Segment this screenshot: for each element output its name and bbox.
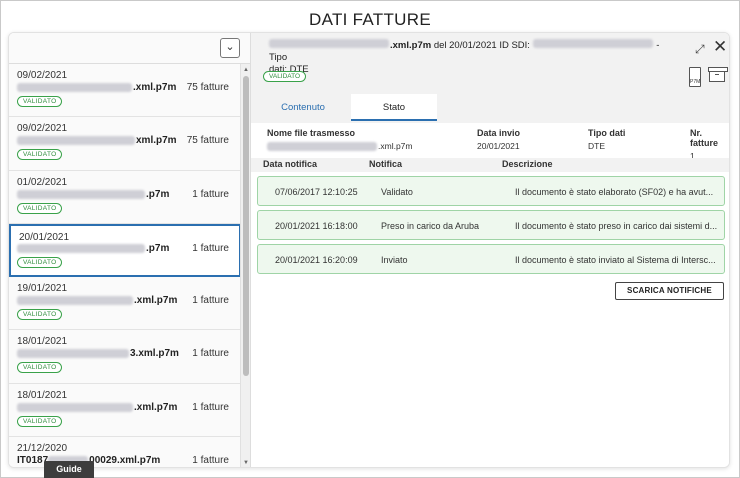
status-badge: VALIDATO — [17, 149, 63, 161]
status-badge: VALIDATO — [17, 96, 63, 107]
meta-file: Nome file trasmesso .xml.p7m — [267, 128, 413, 151]
column-desc: Descrizione — [502, 159, 553, 169]
item-date: 09/02/2021 — [17, 123, 68, 135]
item-filename: .xml.p7m — [17, 295, 177, 306]
notifications-header: Data notifica Notifica Descrizione — [251, 158, 729, 172]
detail-header: .xml.p7m del 20/01/2021 ID SDI: - Tipo d… — [251, 33, 729, 123]
scroll-up-icon[interactable]: ▲ — [242, 66, 250, 74]
item-filename: .p7m — [17, 189, 169, 200]
tab-contenuto[interactable]: Contenuto — [255, 94, 351, 121]
item-count: 1 fatture — [192, 242, 229, 254]
list-item[interactable]: 09/02/2021 xml.p7m 75 fatture VALIDATO — [9, 117, 241, 171]
item-count: 1 fatture — [192, 188, 229, 200]
item-count: 75 fatture — [186, 82, 229, 93]
detail-tabs: Contenuto Stato — [255, 94, 437, 121]
item-date: 19/01/2021 — [17, 283, 68, 295]
list-item-selected[interactable]: 20/01/2021 .p7m 1 fatture VALIDATO — [9, 223, 241, 278]
page-title: DATI FATTURE — [309, 10, 431, 29]
item-date: 18/01/2021 — [17, 389, 68, 401]
detail-panel: .xml.p7m del 20/01/2021 ID SDI: - Tipo d… — [251, 33, 729, 467]
status-badge: VALIDATO — [263, 71, 307, 82]
item-filename: xml.p7m — [17, 135, 177, 146]
item-count: 1 fatture — [192, 455, 229, 467]
item-date: 20/01/2021 — [19, 231, 70, 243]
detail-title: .xml.p7m del 20/01/2021 ID SDI: - Tipo d… — [269, 39, 660, 75]
tab-stato[interactable]: Stato — [351, 94, 437, 121]
table-row[interactable]: 07/06/2017 12:10:25 Validato Il document… — [257, 176, 725, 206]
invoice-list[interactable]: 09/02/2021 .xml.p7m 75 fatture VALIDATO … — [9, 64, 241, 467]
scroll-thumb[interactable] — [243, 76, 249, 376]
item-filename: .xml.p7m — [17, 82, 176, 93]
item-date: 21/12/2020 — [17, 443, 68, 455]
column-date: Data notifica — [263, 159, 318, 169]
meta-type: Tipo dati DTE — [588, 128, 626, 151]
status-badge: VALIDATO — [17, 256, 63, 268]
meta-count: Nr. fatture 1 — [690, 128, 719, 161]
status-badge: VALIDATO — [17, 202, 63, 214]
column-notif: Notifica — [369, 159, 403, 169]
main-card: ⌄ 09/02/2021 .xml.p7m 75 fatture VALIDAT… — [8, 32, 730, 468]
table-row[interactable]: 20/01/2021 16:18:00 Preso in carico da A… — [257, 210, 725, 240]
list-item[interactable]: 19/01/2021 .xml.p7m 1 fatture VALIDATO — [9, 277, 241, 331]
list-item[interactable]: 09/02/2021 .xml.p7m 75 fatture VALIDATO — [9, 64, 241, 118]
archive-icon[interactable] — [708, 67, 728, 82]
item-count: 1 fatture — [192, 401, 229, 413]
p7m-file-icon[interactable]: P7M — [689, 67, 701, 87]
file-meta: Nome file trasmesso .xml.p7m Data invio … — [251, 125, 729, 161]
list-scrollbar[interactable]: ▲ ▼ — [240, 64, 250, 467]
chevron-down-icon: ⌄ — [225, 41, 235, 53]
invoice-list-panel: ⌄ 09/02/2021 .xml.p7m 75 fatture VALIDAT… — [9, 33, 251, 467]
meta-date: Data invio 20/01/2021 — [477, 128, 521, 151]
item-filename: .xml.p7m — [17, 402, 177, 413]
item-filename: 3.xml.p7m — [17, 348, 179, 359]
item-count: 1 fatture — [192, 295, 229, 307]
collapse-list-button[interactable]: ⌄ — [220, 38, 240, 58]
item-count: 75 fatture — [186, 135, 229, 147]
list-header: ⌄ — [9, 33, 250, 64]
status-badge: VALIDATO — [17, 362, 63, 374]
scroll-down-icon[interactable]: ▼ — [242, 459, 250, 467]
item-date: 18/01/2021 — [17, 336, 68, 348]
item-date: 01/02/2021 — [17, 176, 68, 188]
status-badge: VALIDATO — [17, 415, 63, 427]
download-notifications-button[interactable]: SCARICA NOTIFICHE — [615, 282, 724, 300]
item-count: 1 fatture — [192, 348, 229, 360]
guide-button[interactable]: Guide — [44, 461, 94, 478]
item-date: 09/02/2021 — [17, 70, 68, 81]
status-badge: VALIDATO — [17, 309, 63, 321]
list-item[interactable]: 18/01/2021 3.xml.p7m 1 fatture VALIDATO — [9, 330, 241, 384]
list-item[interactable]: 18/01/2021 .xml.p7m 1 fatture VALIDATO — [9, 383, 241, 438]
notifications-list: 07/06/2017 12:10:25 Validato Il document… — [251, 172, 729, 467]
item-filename: .p7m — [17, 243, 169, 254]
table-row[interactable]: 20/01/2021 16:20:09 Inviato Il documento… — [257, 244, 725, 274]
expand-icon[interactable]: ⤢ — [695, 42, 709, 56]
list-item[interactable]: 01/02/2021 .p7m 1 fatture VALIDATO — [9, 170, 241, 224]
close-icon[interactable]: ✕ — [713, 38, 727, 55]
